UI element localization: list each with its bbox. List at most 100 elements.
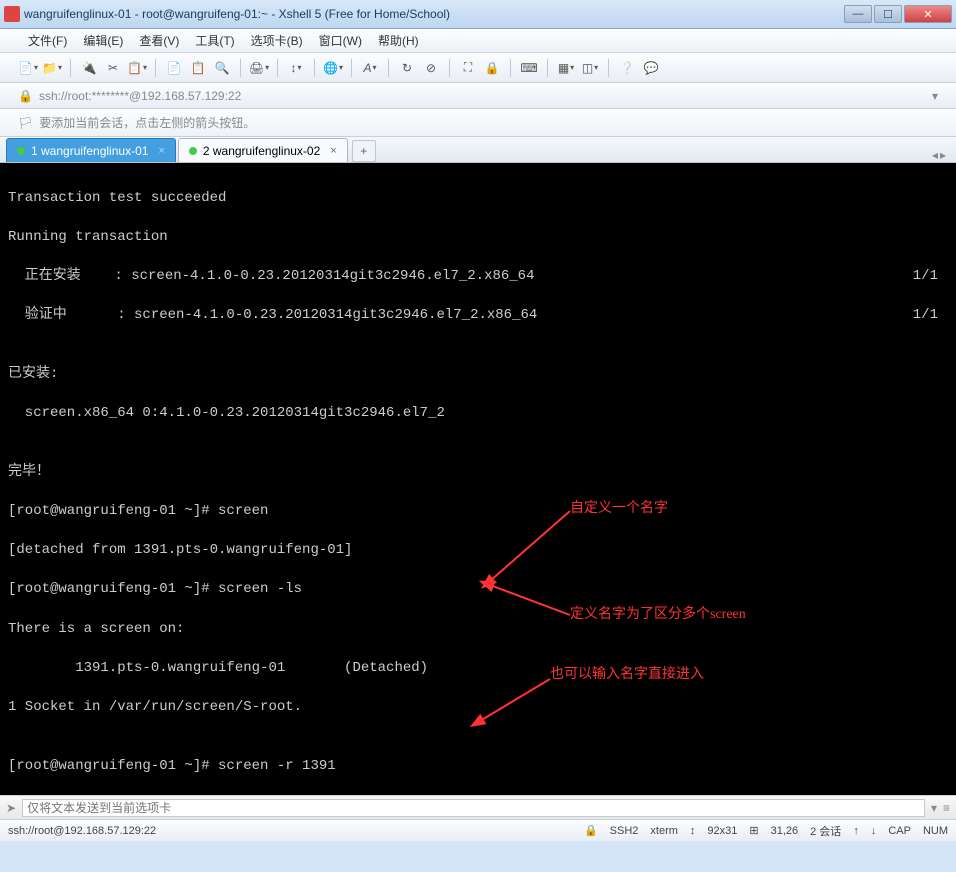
status-sessions: 2 会话 (810, 823, 841, 839)
maximize-button[interactable]: ☐ (874, 5, 902, 23)
menu-file[interactable]: 文件(F) (20, 29, 75, 52)
status-bar: ssh://root@192.168.57.129:22 🔒 SSH2 xter… (0, 819, 956, 841)
address-dropdown[interactable]: ▾ (932, 89, 938, 103)
status-size: 92x31 (707, 825, 737, 837)
terminal-line: [root@wangruifeng-01 ~]# screen -ls (8, 580, 948, 600)
send-dropdown-icon[interactable]: ▾ (931, 801, 937, 815)
new-tab-button[interactable]: + (352, 140, 376, 162)
status-ssh: SSH2 (610, 825, 639, 837)
keyboard-button[interactable]: ⌨ (519, 58, 539, 78)
tab-nav: ◂ ▸ (932, 148, 950, 162)
separator (314, 59, 315, 77)
tab-prev-icon[interactable]: ◂ (932, 148, 938, 162)
menu-tools[interactable]: 工具(T) (187, 29, 242, 52)
terminal-line: [root@wangruifeng-01 ~]# screen (8, 502, 948, 522)
terminal-line: 完毕！ (8, 463, 948, 483)
properties-button[interactable]: 📋 (127, 58, 147, 78)
print-button[interactable]: 🖨 (249, 58, 269, 78)
tab-bar: 1 wangruifenglinux-01 × 2 wangruifenglin… (0, 137, 956, 163)
hint-bar: 🏳 要添加当前会话，点击左侧的箭头按钮。 (0, 109, 956, 137)
tab-close-icon[interactable]: × (158, 145, 164, 157)
open-button[interactable]: 📁 (42, 58, 62, 78)
tab-next-icon[interactable]: ▸ (940, 148, 946, 162)
menu-tab[interactable]: 选项卡(B) (243, 29, 311, 52)
status-connection: ssh://root@192.168.57.129:22 (8, 825, 584, 837)
status-dot-icon (17, 147, 25, 155)
separator (510, 59, 511, 77)
paste-button[interactable]: 📋 (188, 58, 208, 78)
about-button[interactable]: 💬 (641, 58, 661, 78)
separator (70, 59, 71, 77)
minimize-button[interactable]: — (844, 5, 872, 23)
new-session-button[interactable]: 📄 (18, 58, 38, 78)
terminal-line: 正在安装 : screen-4.1.0-0.23.20120314git3c29… (8, 267, 948, 287)
separator (608, 59, 609, 77)
terminal-line: 1391.pts-0.wangruifeng-01 (Detached) (8, 659, 948, 679)
terminal-line: 已安装: (8, 365, 948, 385)
terminal-line: [root@wangruifeng-01 ~]# screen -r 1391 (8, 757, 948, 777)
lock-button[interactable]: 🔒 (482, 58, 502, 78)
font-button[interactable]: A (360, 58, 380, 78)
status-pos: 31,26 (771, 825, 799, 837)
menu-window[interactable]: 窗口(W) (311, 29, 370, 52)
copy-button[interactable]: 📄 (164, 58, 184, 78)
stop-button[interactable]: ⊘ (421, 58, 441, 78)
terminal-line: 1 Socket in /var/run/screen/S-root. (8, 698, 948, 718)
tab-label: 2 wangruifenglinux-02 (203, 144, 320, 158)
separator (547, 59, 548, 77)
close-button[interactable]: ✕ (904, 5, 952, 23)
menu-bar: 文件(F) 编辑(E) 查看(V) 工具(T) 选项卡(B) 窗口(W) 帮助(… (0, 29, 956, 53)
tile-button[interactable]: ◫ (580, 58, 600, 78)
send-menu-icon[interactable]: ≡ (943, 801, 950, 815)
reconnect-button[interactable]: 🔌 (79, 58, 99, 78)
lock-icon: 🔒 (18, 89, 33, 103)
help-button[interactable]: ❔ (617, 58, 637, 78)
disconnect-button[interactable]: ✂ (103, 58, 123, 78)
find-button[interactable]: 🔍 (212, 58, 232, 78)
terminal-line: Running transaction (8, 228, 948, 248)
status-up-icon[interactable]: ↑ (853, 825, 859, 837)
terminal-pane[interactable]: Transaction test succeeded Running trans… (0, 163, 956, 795)
bookmark-icon[interactable]: 🏳 (18, 116, 33, 130)
terminal-line: 验证中 : screen-4.1.0-0.23.20120314git3c294… (8, 306, 948, 326)
hint-text: 要添加当前会话，点击左侧的箭头按钮。 (39, 114, 255, 131)
terminal-line: Transaction test succeeded (8, 189, 948, 209)
terminal-line: [detached from 1391.pts-0.wangruifeng-01… (8, 541, 948, 561)
status-term: xterm (650, 825, 678, 837)
app-icon (4, 6, 20, 22)
globe-button[interactable]: 🌐 (323, 58, 343, 78)
status-down-icon[interactable]: ↓ (871, 825, 877, 837)
window-controls: — ☐ ✕ (844, 5, 952, 23)
fullscreen-button[interactable]: ⛶ (458, 58, 478, 78)
toolbar: 📄 📁 🔌 ✂ 📋 📄 📋 🔍 🖨 ↕ 🌐 A ↻ ⊘ ⛶ 🔒 ⌨ ▦ ◫ ❔ … (0, 53, 956, 83)
menu-edit[interactable]: 编辑(E) (75, 29, 131, 52)
separator (155, 59, 156, 77)
transfer-button[interactable]: ↕ (286, 58, 306, 78)
separator (388, 59, 389, 77)
status-size-icon: ↕ (690, 825, 696, 837)
tab-close-icon[interactable]: × (330, 145, 336, 157)
menu-help[interactable]: 帮助(H) (370, 29, 427, 52)
send-input[interactable] (22, 799, 925, 817)
menu-view[interactable]: 查看(V) (131, 29, 187, 52)
separator (449, 59, 450, 77)
separator (240, 59, 241, 77)
window-title: wangruifenglinux-01 - root@wangruifeng-0… (24, 7, 844, 21)
terminal-line: screen.x86_64 0:4.1.0-0.23.20120314git3c… (8, 404, 948, 424)
status-cap: CAP (888, 825, 911, 837)
separator (277, 59, 278, 77)
tab-session-2[interactable]: 2 wangruifenglinux-02 × (178, 138, 348, 162)
tab-session-1[interactable]: 1 wangruifenglinux-01 × (6, 138, 176, 162)
address-text[interactable]: ssh://root:********@192.168.57.129:22 (39, 89, 926, 103)
status-pos-icon: ⊞ (749, 824, 758, 837)
refresh-button[interactable]: ↻ (397, 58, 417, 78)
status-num: NUM (923, 825, 948, 837)
status-dot-icon (189, 147, 197, 155)
send-icon[interactable]: ➤ (6, 801, 16, 815)
address-bar: 🔒 ssh://root:********@192.168.57.129:22 … (0, 83, 956, 109)
layout-button[interactable]: ▦ (556, 58, 576, 78)
window-title-bar: wangruifenglinux-01 - root@wangruifeng-0… (0, 0, 956, 29)
separator (351, 59, 352, 77)
tab-label: 1 wangruifenglinux-01 (31, 144, 148, 158)
send-bar: ➤ ▾ ≡ (0, 795, 956, 819)
